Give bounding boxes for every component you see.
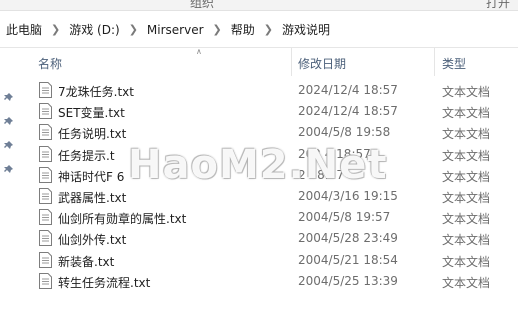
text-file-icon (39, 187, 52, 204)
file-date: 2004/5/21 18:54 (298, 252, 398, 267)
file-row[interactable]: 任务说明.txt 2004/5/8 19:58 文本文档 (28, 122, 518, 143)
text-file-icon (39, 103, 52, 120)
file-date: 2004/3/16 19:15 (298, 188, 398, 203)
file-date: 2004/5/28 23:49 (298, 231, 398, 246)
file-date: 2024/12/4 18:57 (298, 83, 398, 97)
open-group-label: 打开 (486, 0, 511, 10)
watermark: HaoM2.Net (128, 142, 388, 188)
ribbon-bar: 组织 打开 (0, 0, 518, 11)
file-row[interactable]: 7龙珠任务.txt 2024/12/4 18:57 文本文档 (28, 80, 518, 101)
file-name: 神话时代F 6 (58, 169, 125, 184)
file-row[interactable]: 新装备.txt 2004/5/21 18:54 文本文档 (28, 250, 518, 271)
column-header: ∧ 名称 修改日期 类型 (28, 47, 518, 76)
text-file-icon (39, 251, 52, 268)
file-row[interactable]: SET变量.txt 2024/12/4 18:57 文本文档 (28, 101, 518, 122)
file-type: 文本文档 (442, 106, 491, 121)
file-type: 文本文档 (442, 169, 491, 184)
file-type: 文本文档 (442, 85, 491, 99)
text-file-icon (39, 82, 52, 98)
file-date: 2004/5/8 19:58 (298, 125, 391, 140)
column-header-name[interactable]: 名称 (38, 55, 62, 72)
file-row[interactable]: 仙剑外传.txt 2004/5/28 23:49 文本文档 (28, 228, 518, 249)
file-name: 任务提示.t (58, 148, 115, 163)
organize-group-label: 组织 (190, 0, 215, 10)
text-file-icon (39, 124, 52, 141)
file-type: 文本文档 (442, 148, 491, 163)
text-file-icon (39, 145, 52, 162)
chevron-right-icon[interactable]: ❯ (51, 23, 60, 36)
text-file-icon (39, 230, 52, 247)
breadcrumb: 此电脑 ❯ 游戏 (D:) ❯ Mirserver ❯ 帮助 ❯ 游戏说明 (4, 21, 332, 38)
file-date: 2004/5/25 13:39 (298, 273, 398, 288)
navigation-pane (0, 48, 28, 327)
text-file-icon (39, 166, 52, 183)
file-name: 仙剑外传.txt (58, 233, 127, 248)
file-type: 文本文档 (442, 233, 491, 248)
chevron-right-icon[interactable]: ❯ (264, 23, 273, 36)
file-name: 转生任务流程.txt (58, 275, 151, 290)
file-row[interactable]: 武器属性.txt 2004/3/16 19:15 文本文档 (28, 186, 518, 207)
file-type: 文本文档 (442, 190, 491, 205)
file-name: SET变量.txt (58, 106, 125, 121)
breadcrumb-help[interactable]: 帮助 (229, 21, 257, 38)
file-name: 7龙珠任务.txt (58, 85, 134, 99)
pin-icon[interactable] (4, 92, 16, 104)
column-header-modified[interactable]: 修改日期 (298, 55, 346, 72)
file-name: 新装备.txt (58, 254, 115, 269)
chevron-right-icon[interactable]: ❯ (213, 23, 222, 36)
pin-icon[interactable] (4, 140, 16, 152)
file-type: 文本文档 (442, 212, 491, 227)
column-divider[interactable] (434, 48, 435, 76)
file-date: 2024/12/4 18:57 (298, 104, 398, 119)
file-name: 武器属性.txt (58, 190, 127, 205)
chevron-right-icon[interactable]: ❯ (129, 23, 138, 36)
file-row[interactable]: 转生任务流程.txt 2004/5/25 13:39 文本文档 (28, 271, 518, 292)
file-type: 文本文档 (442, 254, 491, 269)
breadcrumb-drive-d[interactable]: 游戏 (D:) (67, 21, 121, 38)
pin-icon[interactable] (4, 164, 16, 176)
column-divider[interactable] (291, 48, 292, 76)
breadcrumb-this-pc[interactable]: 此电脑 (4, 21, 44, 38)
breadcrumb-mirserver[interactable]: Mirserver (145, 23, 206, 37)
text-file-icon (39, 272, 52, 289)
file-name: 任务说明.txt (58, 127, 127, 142)
file-type: 文本文档 (442, 127, 491, 142)
pin-icon[interactable] (4, 116, 16, 128)
file-date: 2004/5/8 19:57 (298, 210, 391, 225)
text-file-icon (39, 209, 52, 226)
file-type: 文本文档 (442, 275, 491, 290)
file-row[interactable]: 仙剑所有勋章的属性.txt 2004/5/8 19:57 文本文档 (28, 207, 518, 228)
file-name: 仙剑所有勋章的属性.txt (58, 212, 187, 227)
column-header-type[interactable]: 类型 (442, 55, 466, 72)
sort-up-icon: ∧ (196, 47, 202, 56)
breadcrumb-game-guide[interactable]: 游戏说明 (280, 21, 332, 38)
address-bar[interactable]: 此电脑 ❯ 游戏 (D:) ❯ Mirserver ❯ 帮助 ❯ 游戏说明 (0, 11, 518, 48)
